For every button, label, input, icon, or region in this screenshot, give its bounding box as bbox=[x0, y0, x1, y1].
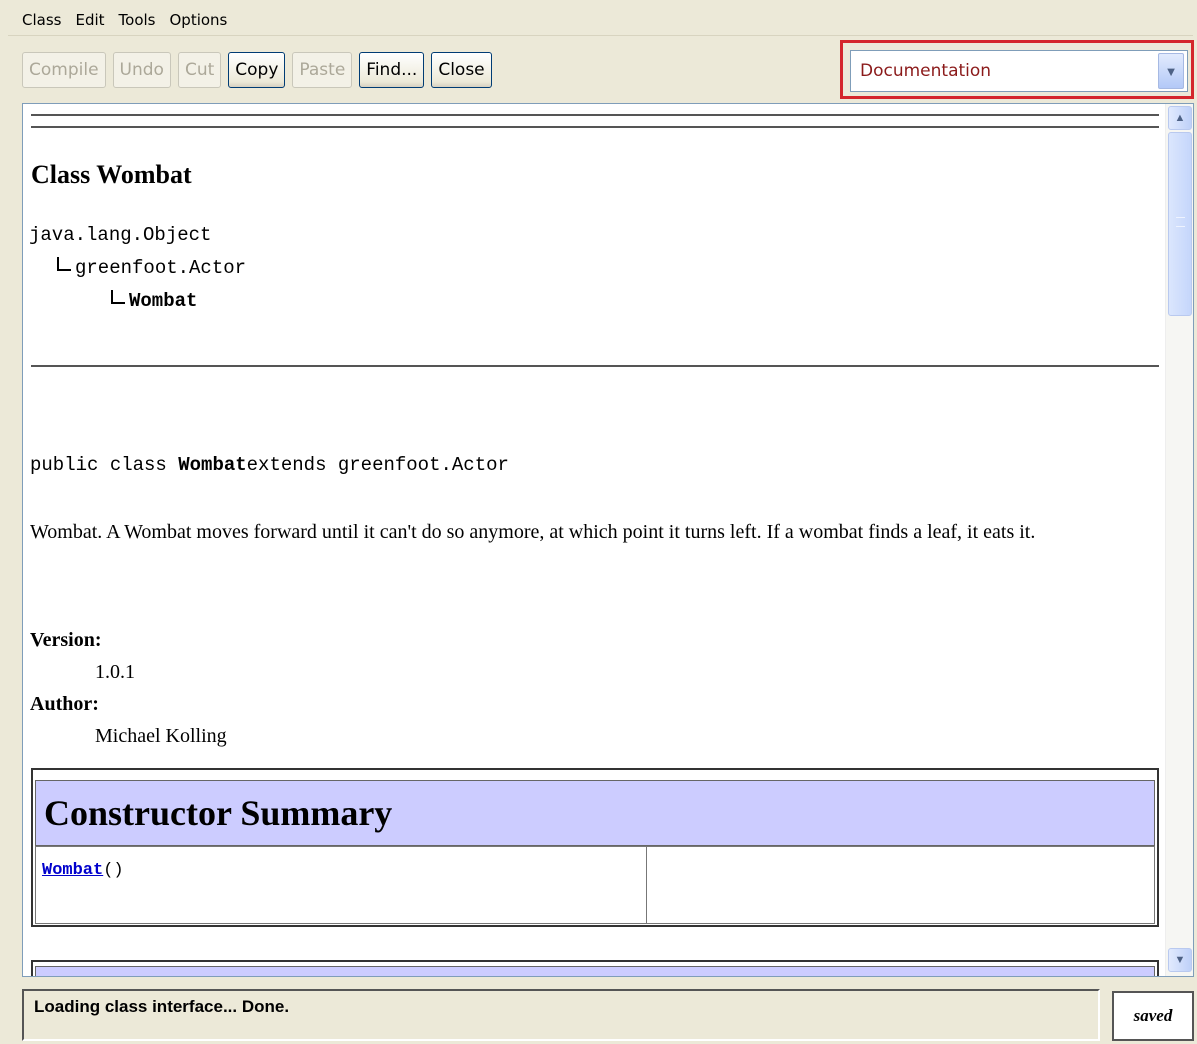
author-value: Michael Kolling bbox=[95, 725, 227, 747]
status-bar: Loading class interface... Done. bbox=[22, 989, 1100, 1041]
hierarchy-parent: greenfoot.Actor bbox=[75, 257, 247, 279]
chevron-down-icon[interactable]: ▼ bbox=[1168, 948, 1192, 972]
close-button[interactable]: Close bbox=[431, 52, 492, 88]
grip-icon bbox=[1176, 217, 1185, 227]
menu-class[interactable]: Class bbox=[8, 4, 68, 36]
constructor-summary-table: Constructor Summary Wombat() bbox=[31, 768, 1159, 927]
constructor-args: () bbox=[103, 861, 124, 880]
divider bbox=[31, 126, 1159, 128]
declaration-suffix: extends greenfoot.Actor bbox=[246, 454, 509, 476]
page-title: Class Wombat bbox=[31, 160, 192, 189]
undo-button[interactable]: Undo bbox=[112, 52, 171, 88]
chevron-down-icon[interactable]: ▼ bbox=[1158, 53, 1184, 89]
declaration-prefix: public class bbox=[30, 454, 179, 476]
divider bbox=[31, 365, 1159, 367]
menu-options[interactable]: Options bbox=[162, 4, 234, 36]
tree-branch-icon bbox=[111, 290, 125, 304]
chevron-up-icon[interactable]: ▲ bbox=[1168, 106, 1192, 130]
paste-button[interactable]: Paste bbox=[292, 52, 353, 88]
toolbar: Compile Undo Cut Copy Paste Find... Clos… bbox=[22, 52, 492, 90]
cut-button[interactable]: Cut bbox=[177, 52, 222, 88]
constructor-summary-heading: Constructor Summary bbox=[35, 780, 1155, 846]
editor-window: Class Edit Tools Options Compile Undo Cu… bbox=[0, 0, 1197, 1044]
version-label: Version: bbox=[30, 629, 102, 651]
menu-bar: Class Edit Tools Options bbox=[8, 4, 1193, 36]
scrollbar-thumb[interactable] bbox=[1168, 132, 1192, 316]
declaration-name: Wombat bbox=[178, 454, 247, 476]
constructor-description-cell bbox=[647, 846, 1155, 924]
compile-button[interactable]: Compile bbox=[22, 52, 106, 88]
view-selector-value: Documentation bbox=[860, 61, 992, 81]
tree-branch-icon bbox=[57, 257, 71, 271]
divider bbox=[31, 114, 1159, 116]
find-button[interactable]: Find... bbox=[359, 52, 425, 88]
class-declaration: public class Wombatextends greenfoot.Act… bbox=[30, 454, 509, 476]
menu-edit[interactable]: Edit bbox=[68, 4, 111, 36]
view-selector[interactable]: Documentation ▼ bbox=[850, 50, 1188, 92]
class-description: Wombat. A Wombat moves forward until it … bbox=[30, 521, 1036, 543]
documentation-pane: Class Wombat java.lang.Object greenfoot.… bbox=[22, 103, 1194, 977]
constructor-link[interactable]: Wombat bbox=[42, 861, 103, 880]
hierarchy-level-2: Wombat bbox=[111, 290, 197, 312]
constructor-entry: Wombat() bbox=[42, 861, 124, 880]
method-summary-heading bbox=[35, 966, 1155, 976]
version-value: 1.0.1 bbox=[95, 661, 135, 683]
vertical-scrollbar[interactable]: ▲ ▼ bbox=[1165, 104, 1193, 976]
author-label: Author: bbox=[30, 693, 99, 715]
hierarchy-root: java.lang.Object bbox=[29, 224, 212, 246]
menu-tools[interactable]: Tools bbox=[112, 4, 163, 36]
saved-indicator: saved bbox=[1112, 991, 1194, 1041]
documentation-content: Class Wombat java.lang.Object greenfoot.… bbox=[23, 104, 1165, 976]
copy-button[interactable]: Copy bbox=[228, 52, 286, 88]
constructor-cell: Wombat() bbox=[35, 846, 647, 924]
method-summary-table bbox=[31, 960, 1159, 976]
hierarchy-level-1: greenfoot.Actor bbox=[57, 257, 246, 279]
hierarchy-class: Wombat bbox=[129, 290, 198, 312]
